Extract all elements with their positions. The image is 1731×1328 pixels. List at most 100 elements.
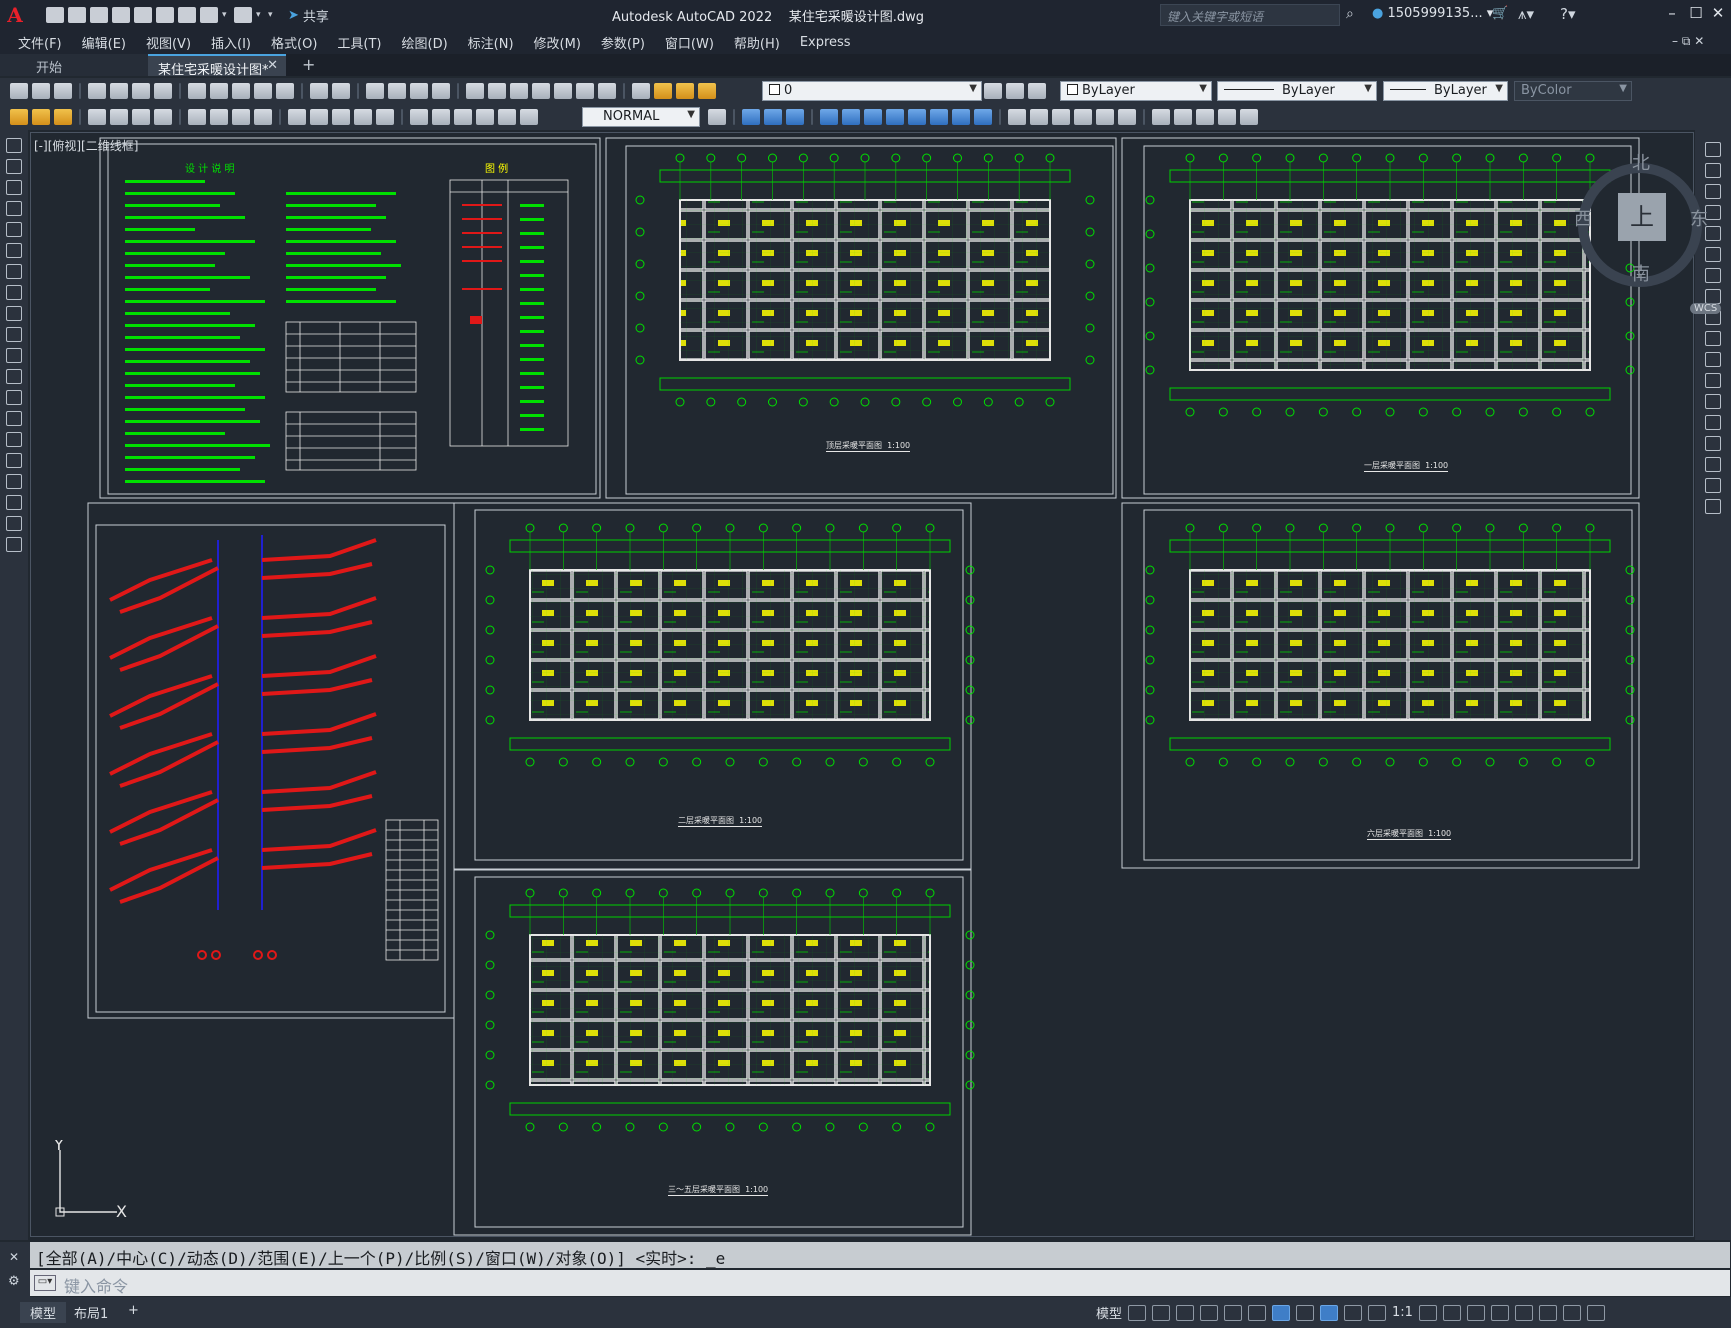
diameter-icon[interactable] xyxy=(232,109,250,125)
zoom-previous-icon[interactable] xyxy=(432,83,450,99)
snap-icon[interactable] xyxy=(1152,1304,1171,1321)
help-icon[interactable] xyxy=(598,83,616,99)
menu-item-8[interactable]: 修改(M) xyxy=(524,33,591,52)
user-account[interactable]: ● 1505999135... ▾ xyxy=(1372,6,1493,21)
insert-block-icon[interactable] xyxy=(1152,109,1170,125)
dim-style-icon[interactable] xyxy=(32,109,50,125)
zoom-realtime-icon[interactable] xyxy=(388,83,406,99)
viewcube-top-face[interactable]: 上 xyxy=(1618,193,1666,241)
open-icon[interactable] xyxy=(32,83,50,99)
layer-on-icon[interactable] xyxy=(654,83,672,99)
redo-dropdown-icon[interactable]: ▾ xyxy=(256,7,264,23)
menu-item-3[interactable]: 插入(I) xyxy=(201,33,261,52)
menu-item-5[interactable]: 工具(T) xyxy=(327,33,391,52)
lineweight-icon[interactable] xyxy=(1296,1304,1315,1321)
redo-icon[interactable] xyxy=(332,83,350,99)
pan-icon[interactable] xyxy=(366,83,384,99)
aligned-dim-icon[interactable] xyxy=(110,109,128,125)
text-style-icon[interactable] xyxy=(10,109,28,125)
quick-properties-icon[interactable] xyxy=(1490,1304,1509,1321)
annotation-scale-icon[interactable] xyxy=(1368,1304,1387,1321)
chamfer-icon[interactable] xyxy=(1008,109,1026,125)
linear-dim-icon[interactable] xyxy=(88,109,106,125)
xref-icon[interactable] xyxy=(1196,109,1214,125)
extend-icon[interactable] xyxy=(1705,352,1721,367)
jogged-icon[interactable] xyxy=(210,109,228,125)
open-web-icon[interactable] xyxy=(134,7,152,23)
layer-freeze-icon[interactable] xyxy=(676,83,694,99)
tab-drawing[interactable]: 某住宅采暖设计图* ✕ xyxy=(148,54,286,78)
drawing-canvas[interactable] xyxy=(30,132,1694,1237)
scale-icon[interactable] xyxy=(864,109,882,125)
annotation-scale-value[interactable]: 1:1 xyxy=(1392,1305,1413,1320)
zoom-window-icon[interactable] xyxy=(410,83,428,99)
explode-icon[interactable] xyxy=(1052,109,1070,125)
text-style-dropdown[interactable]: NORMAL ▼ xyxy=(582,107,700,127)
viewcube-west[interactable]: 西 xyxy=(1574,205,1592,231)
menu-item-2[interactable]: 视图(V) xyxy=(136,33,201,52)
dim-break-icon[interactable] xyxy=(376,109,394,125)
menu-item-0[interactable]: 文件(F) xyxy=(0,33,72,52)
menu-item-1[interactable]: 编辑(E) xyxy=(72,33,136,52)
viewport-controls[interactable]: [-][俯视][二维线框] xyxy=(34,137,138,154)
autocad-logo-icon[interactable]: A xyxy=(0,0,30,30)
ellipse-icon[interactable] xyxy=(6,327,22,342)
copy-icon[interactable] xyxy=(210,83,228,99)
save-web-icon[interactable] xyxy=(156,7,174,23)
viewcube-east[interactable]: 东 xyxy=(1690,205,1708,231)
new-tab-button[interactable]: + xyxy=(302,55,315,74)
layer-lock-icon[interactable] xyxy=(698,83,716,99)
jogged-linear-icon[interactable] xyxy=(476,109,494,125)
polyline-icon[interactable] xyxy=(6,180,22,195)
calculator-icon[interactable] xyxy=(576,83,594,99)
menu-item-9[interactable]: 参数(P) xyxy=(591,33,655,52)
viewcube[interactable]: 上 北 南 西 东 WCS xyxy=(1570,153,1722,314)
color-dropdown[interactable]: ByLayer ▼ xyxy=(1060,81,1212,101)
table-style-icon[interactable] xyxy=(54,109,72,125)
mirror-icon[interactable] xyxy=(764,109,782,125)
line-icon[interactable] xyxy=(6,138,22,153)
customize-dropdown-icon[interactable]: ▾ xyxy=(268,7,276,23)
auto-scale-icon[interactable] xyxy=(1344,1304,1363,1321)
3d-print-icon[interactable] xyxy=(154,83,172,99)
make-current-icon[interactable] xyxy=(984,83,1002,99)
model-space-button[interactable]: 模型 xyxy=(1096,1303,1122,1322)
continue-icon[interactable] xyxy=(332,109,350,125)
break-icon[interactable] xyxy=(952,109,970,125)
block-editor-icon[interactable] xyxy=(276,83,294,99)
make-block-icon[interactable] xyxy=(6,390,22,405)
layer-properties-icon[interactable] xyxy=(632,83,650,99)
inspection-icon[interactable] xyxy=(454,109,472,125)
ortho-icon[interactable] xyxy=(1176,1304,1195,1321)
fillet-icon[interactable] xyxy=(1705,457,1721,472)
units-icon[interactable] xyxy=(1466,1304,1485,1321)
table-icon[interactable] xyxy=(6,495,22,510)
field-icon[interactable] xyxy=(1240,109,1258,125)
undo-dropdown-icon[interactable]: ▾ xyxy=(222,7,230,23)
help-icon[interactable]: ?▾ xyxy=(1560,5,1576,23)
annotation-monitor-icon[interactable] xyxy=(1442,1304,1461,1321)
insert-block-icon[interactable] xyxy=(6,369,22,384)
match-properties-icon[interactable] xyxy=(254,83,272,99)
explode-icon[interactable] xyxy=(1705,499,1721,514)
add-layout-button[interactable]: + xyxy=(118,1302,149,1319)
arc-icon[interactable] xyxy=(6,243,22,258)
group-icon[interactable] xyxy=(1118,109,1136,125)
dim-space-icon[interactable] xyxy=(354,109,372,125)
circle-icon[interactable] xyxy=(6,264,22,279)
offset-icon[interactable] xyxy=(786,109,804,125)
workspace-gear-icon[interactable] xyxy=(1418,1304,1437,1321)
center-mark-icon[interactable] xyxy=(432,109,450,125)
linetype-dropdown[interactable]: ByLayer ▼ xyxy=(1217,81,1377,101)
menu-item-10[interactable]: 窗口(W) xyxy=(655,33,724,52)
layer-previous-icon[interactable] xyxy=(1028,83,1046,99)
hardware-acceleration-icon[interactable] xyxy=(1538,1304,1557,1321)
polygon-icon[interactable] xyxy=(6,201,22,216)
dim-edit-icon[interactable] xyxy=(498,109,516,125)
quick-dim-icon[interactable] xyxy=(288,109,306,125)
copy-object-icon[interactable] xyxy=(742,109,760,125)
maximize-button[interactable]: ☐ xyxy=(1684,4,1708,22)
object-snap-icon[interactable] xyxy=(1272,1304,1291,1321)
tab-layout1[interactable]: 布局1 xyxy=(64,1302,118,1323)
design-center-icon[interactable] xyxy=(488,83,506,99)
